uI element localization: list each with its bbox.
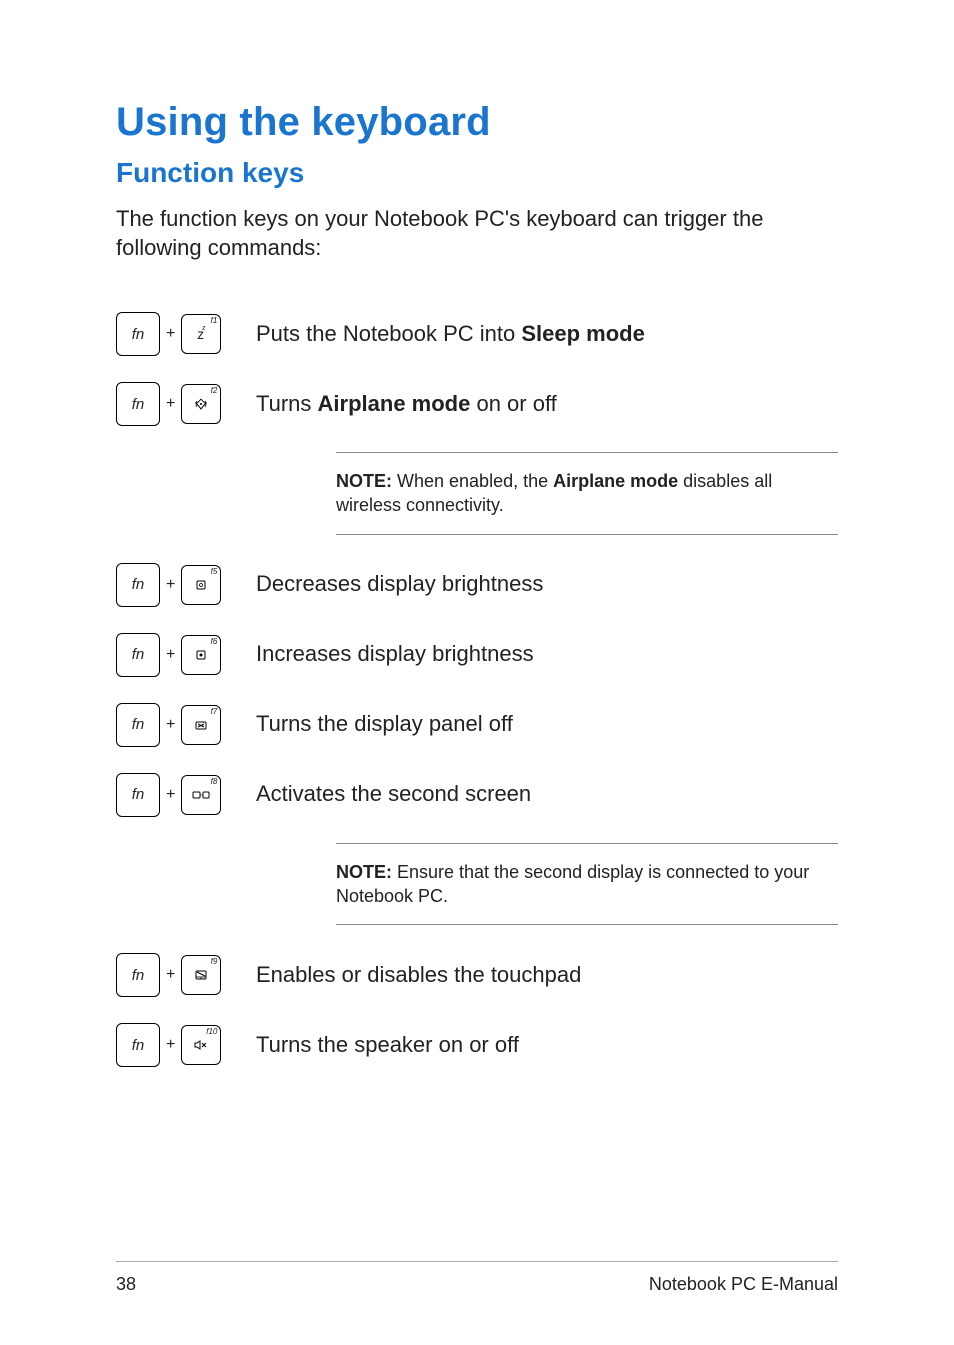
key-label: f5 [211, 567, 218, 576]
note-body: When enabled, the [392, 471, 553, 491]
key-f6: f6 [181, 635, 221, 675]
key-fn: fn [116, 312, 160, 356]
key-label: f10 [206, 1027, 217, 1036]
page-title: Using the keyboard [116, 100, 838, 145]
key-combo: fn + f1 zz [116, 312, 256, 356]
combo-row-f2: fn + f2 Turns Airplane mode on or off [116, 382, 838, 426]
desc-text: Puts the Notebook PC into [256, 321, 521, 346]
key-fn: fn [116, 953, 160, 997]
key-fn: fn [116, 773, 160, 817]
page-footer: 38 Notebook PC E-Manual [116, 1261, 838, 1295]
key-label: f2 [211, 386, 218, 395]
combo-description: Turns the display panel off [256, 710, 513, 739]
key-label: f9 [211, 957, 218, 966]
page-number: 38 [116, 1274, 136, 1295]
key-combo: fn + f10 [116, 1023, 256, 1067]
plus-icon: + [166, 325, 175, 343]
display-off-icon [194, 718, 208, 732]
plus-icon: + [166, 786, 175, 804]
brightness-down-icon [194, 578, 208, 592]
key-combo: fn + f5 [116, 563, 256, 607]
airplane-icon [193, 397, 209, 411]
section-heading: Function keys [116, 157, 838, 189]
brightness-up-icon [194, 648, 208, 662]
combo-row-f8: fn + f8 Activates the second screen [116, 773, 838, 817]
intro-text: The function keys on your Notebook PC's … [116, 205, 838, 262]
key-f7: f7 [181, 705, 221, 745]
note-label: NOTE: [336, 862, 392, 882]
key-combo: fn + f2 [116, 382, 256, 426]
combo-description: Activates the second screen [256, 780, 531, 809]
key-fn: fn [116, 563, 160, 607]
combo-row-f1: fn + f1 zz Puts the Notebook PC into Sle… [116, 312, 838, 356]
key-label: f7 [211, 707, 218, 716]
combo-description: Turns Airplane mode on or off [256, 390, 557, 419]
key-label: f6 [211, 637, 218, 646]
combo-description: Puts the Notebook PC into Sleep mode [256, 320, 645, 349]
key-f9: f9 [181, 955, 221, 995]
second-screen-icon [192, 789, 210, 801]
combo-description: Enables or disables the touchpad [256, 961, 581, 990]
note-airplane: NOTE: When enabled, the Airplane mode di… [336, 452, 838, 535]
key-combo: fn + f7 [116, 703, 256, 747]
key-label: f1 [211, 316, 218, 325]
key-f8: f8 [181, 775, 221, 815]
combo-row-f5: fn + f5 Decreases display brightness [116, 563, 838, 607]
key-f1: f1 zz [181, 314, 221, 354]
plus-icon: + [166, 966, 175, 984]
sleep-icon: zz [197, 327, 206, 341]
doc-title: Notebook PC E-Manual [649, 1274, 838, 1295]
plus-icon: + [166, 646, 175, 664]
combo-description: Increases display brightness [256, 640, 534, 669]
desc-bold: Sleep mode [521, 321, 644, 346]
key-f5: f5 [181, 565, 221, 605]
key-combo: fn + f8 [116, 773, 256, 817]
touchpad-icon [194, 969, 208, 981]
plus-icon: + [166, 716, 175, 734]
combo-row-f7: fn + f7 Turns the display panel off [116, 703, 838, 747]
key-combo: fn + f6 [116, 633, 256, 677]
key-label: f8 [211, 777, 218, 786]
note-text: NOTE: Ensure that the second display is … [336, 860, 838, 909]
plus-icon: + [166, 576, 175, 594]
combo-description: Turns the speaker on or off [256, 1031, 519, 1060]
key-combo: fn + f9 [116, 953, 256, 997]
key-f2: f2 [181, 384, 221, 424]
plus-icon: + [166, 1036, 175, 1054]
combo-row-f9: fn + f9 Enables or disables the touchpad [116, 953, 838, 997]
note-label: NOTE: [336, 471, 392, 491]
note-second-screen: NOTE: Ensure that the second display is … [336, 843, 838, 926]
desc-text: Turns [256, 391, 318, 416]
desc-bold: Airplane mode [318, 391, 471, 416]
key-fn: fn [116, 633, 160, 677]
key-f10: f10 [181, 1025, 221, 1065]
desc-text: on or off [470, 391, 556, 416]
key-fn: fn [116, 1023, 160, 1067]
note-text: NOTE: When enabled, the Airplane mode di… [336, 469, 838, 518]
combo-row-f10: fn + f10 Turns the speaker on or off [116, 1023, 838, 1067]
speaker-mute-icon [193, 1039, 209, 1051]
key-fn: fn [116, 703, 160, 747]
combo-row-f6: fn + f6 Increases display brightness [116, 633, 838, 677]
note-body: Ensure that the second display is connec… [336, 862, 809, 906]
combo-description: Decreases display brightness [256, 570, 543, 599]
note-bold: Airplane mode [553, 471, 678, 491]
plus-icon: + [166, 395, 175, 413]
key-fn: fn [116, 382, 160, 426]
